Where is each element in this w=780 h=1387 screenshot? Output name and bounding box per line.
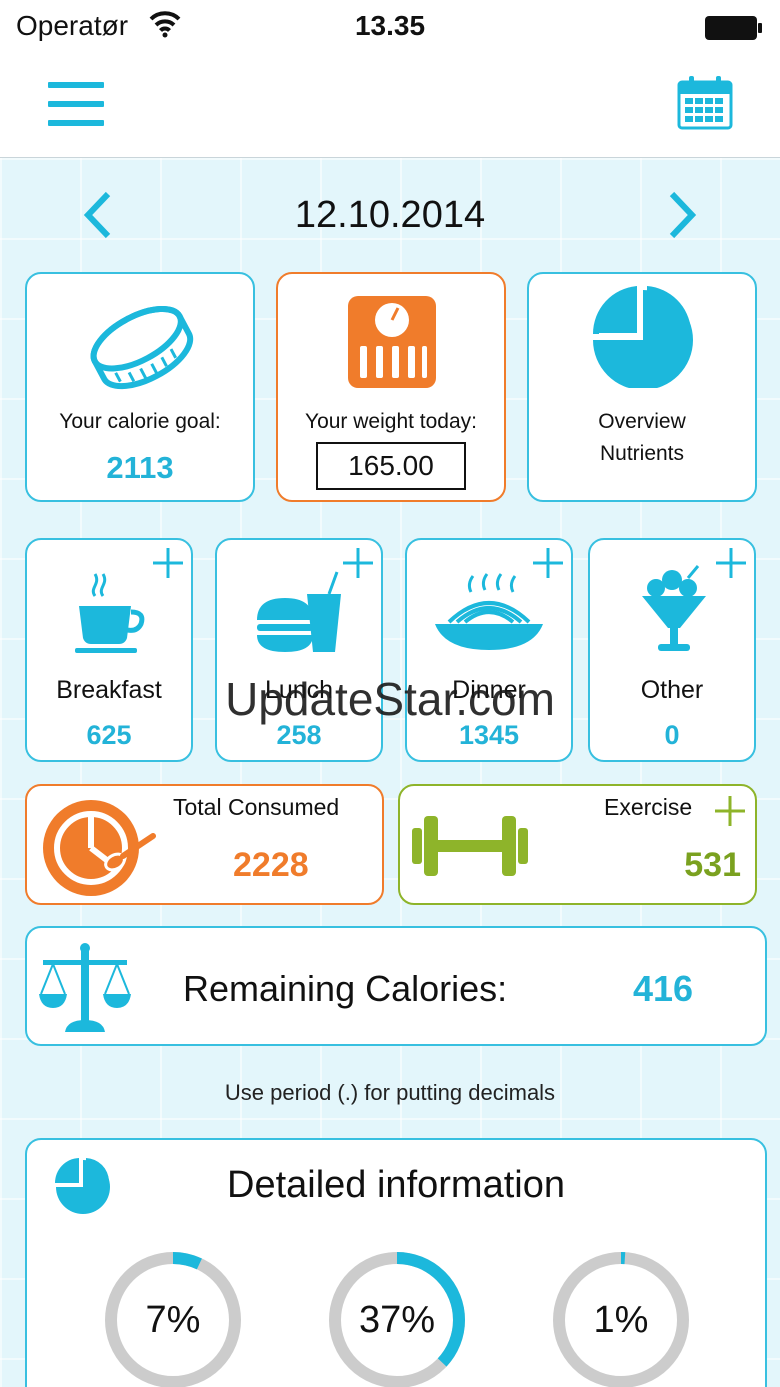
balance-scale-icon [37,942,133,1041]
total-consumed-card: Total Consumed 2228 [25,784,384,905]
calorie-goal-label: Your calorie goal: [59,410,221,433]
remaining-calories-label: Remaining Calories: [183,968,508,1009]
remaining-calories-card: Remaining Calories: 416 [25,926,767,1046]
measuring-tape-icon [85,298,195,395]
exercise-value: 531 [684,846,741,884]
add-other-icon[interactable] [714,546,748,585]
total-consumed-label: Total Consumed [173,794,340,820]
status-clock: 13.35 [354,10,426,41]
status-bar: Operatør 13.35 [0,0,780,56]
add-breakfast-icon[interactable] [151,546,185,585]
weight-card: Your weight today: 165.00 [276,272,506,502]
lunch-card[interactable]: Lunch 258 [215,538,383,762]
ice-cream-sundae-icon [636,564,712,659]
nutrient-ring-2: 37% [327,1250,467,1387]
nutrient-ring-3: 1% [551,1250,691,1387]
overview-label-line1: Overview [598,410,686,433]
nutrient-ring-1-value: 7% [145,1299,201,1341]
calendar-icon[interactable] [676,74,734,137]
plate-spoon-icon [35,794,159,903]
date-navigator: 12.10.2014 [0,190,780,246]
next-day-icon[interactable] [664,190,700,245]
overview-label-line2: Nutrients [599,442,685,465]
weight-label: Your weight today: [304,410,477,433]
pasta-bowl-icon [433,570,545,657]
exercise-label: Exercise [604,794,693,820]
overview-nutrients-card[interactable]: Overview Nutrients [527,272,757,502]
exercise-card[interactable]: Exercise 531 [398,784,757,905]
add-exercise-icon[interactable] [713,794,747,833]
nutrient-ring-2-value: 37% [358,1299,436,1341]
nutrient-ring-1: 7% [103,1250,243,1387]
nutrient-ring-3-value: 1% [593,1299,649,1341]
detailed-information-title: Detailed information [227,1164,565,1206]
dinner-card[interactable]: Dinner 1345 [405,538,573,762]
remaining-calories-value: 416 [633,968,694,1009]
dumbbell-icon [410,814,530,883]
calorie-goal-value: 2113 [106,450,174,485]
detailed-information-card[interactable]: Detailed information 7% 37% 1% [25,1138,767,1387]
scale-icon [346,294,438,395]
pie-chart-icon [591,284,695,393]
weight-input[interactable]: 165.00 [316,442,466,490]
battery-icon [704,14,764,47]
burger-drink-icon [255,568,349,659]
breakfast-card[interactable]: Breakfast 625 [25,538,193,762]
other-card[interactable]: Other 0 [588,538,756,762]
total-consumed-value: 2228 [233,846,309,884]
navigation-bar [0,56,780,158]
calorie-goal-card[interactable]: Your calorie goal: 2113 [25,272,255,502]
decimal-hint: Use period (.) for putting decimals [224,1080,556,1105]
current-date: 12.10.2014 [294,194,486,236]
hamburger-menu-icon[interactable] [48,82,104,126]
watermark-text: UpdateStar.com [225,673,555,725]
coffee-cup-icon [71,566,151,661]
